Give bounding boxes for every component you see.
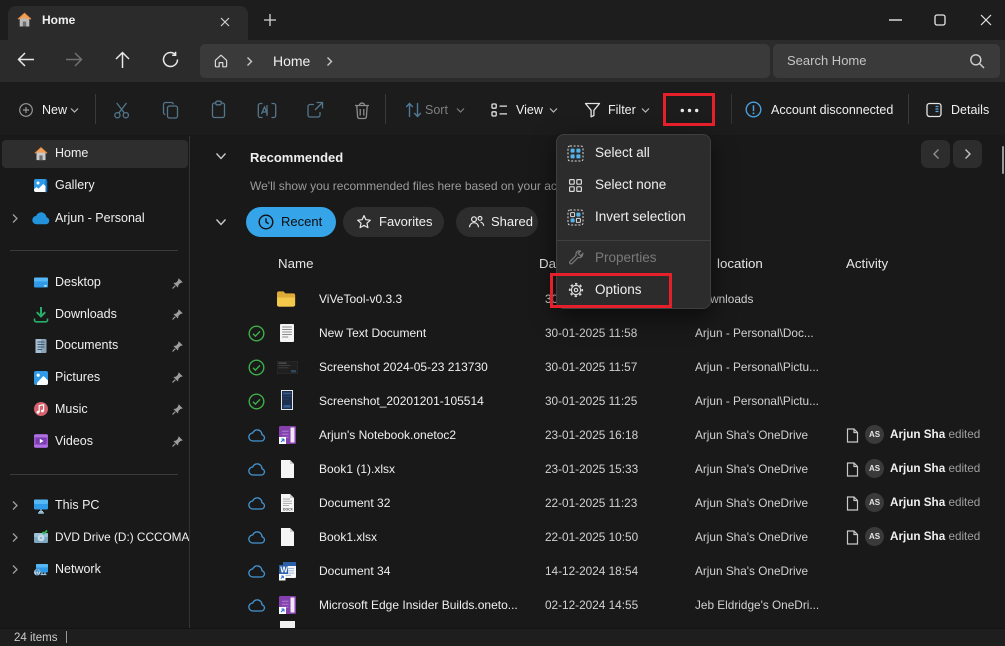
svg-text:W: W bbox=[280, 565, 288, 574]
svg-text:DOCX: DOCX bbox=[283, 508, 294, 512]
